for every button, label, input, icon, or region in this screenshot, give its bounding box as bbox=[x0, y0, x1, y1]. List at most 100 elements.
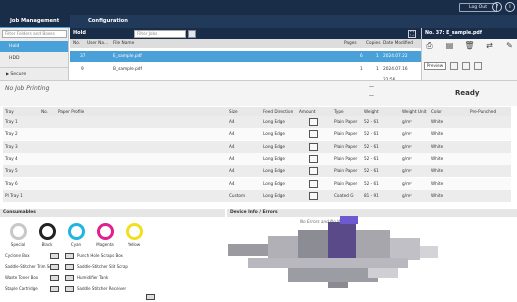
job-no: 9 bbox=[81, 67, 84, 72]
device-image-segment bbox=[288, 268, 378, 282]
hold-icon[interactable]: ▤ bbox=[444, 41, 455, 51]
col-unit[interactable]: Weight Unit bbox=[402, 107, 426, 116]
col-feed[interactable]: Feed Direction bbox=[263, 107, 293, 116]
tray-row[interactable]: Tray 2 A4 Long Edge Plain Paper 52 - 61 g/m² W… bbox=[3, 128, 511, 141]
tray-feed: Long Edge bbox=[263, 192, 286, 198]
device-state: Ready bbox=[455, 89, 480, 97]
tray-size: A4 bbox=[229, 143, 235, 149]
tab-job-management[interactable]: Job Management bbox=[0, 15, 70, 28]
folder-item-hold[interactable]: Hold bbox=[0, 41, 68, 52]
folder-item-hdd[interactable]: HDD bbox=[0, 53, 68, 64]
job-pages: 6 bbox=[360, 54, 363, 59]
tray-feed: Long Edge bbox=[263, 143, 286, 149]
tray-color: White bbox=[431, 119, 444, 124]
status-area: No Job Printing — — Ready bbox=[0, 80, 517, 106]
folder-panel: Filter Folders and Boxes Hold HDD ▶ Secu… bbox=[0, 28, 69, 80]
col-profile[interactable]: Paper Profile bbox=[58, 107, 84, 116]
col-no[interactable]: No. bbox=[73, 39, 80, 48]
device-image-segment bbox=[420, 246, 438, 258]
tray-row[interactable]: Tray 6 A4 Long Edge Plain Paper 52 - 61 g/m² W… bbox=[3, 177, 511, 190]
consumable-icon bbox=[65, 285, 74, 292]
print-icon[interactable]: ⎙ bbox=[424, 41, 435, 51]
paper-level-icon bbox=[309, 154, 318, 163]
tray-type: Plain Paper bbox=[334, 131, 358, 137]
tray-size: Custom bbox=[229, 192, 246, 198]
tray-type: Plain Paper bbox=[334, 180, 358, 186]
edit-icon[interactable]: ✎ bbox=[504, 41, 515, 51]
tray-row[interactable]: Tray 4 A4 Long Edge Plain Paper 52 - 61 g/m² W… bbox=[3, 152, 511, 165]
consumable-item: Humidifier Tank bbox=[77, 275, 109, 280]
tray-tray: Tray 2 bbox=[5, 131, 18, 137]
toner-yellow-icon bbox=[126, 223, 143, 240]
col-file[interactable]: File Name bbox=[113, 39, 134, 48]
consumable-icon bbox=[50, 285, 59, 292]
jobs-filter-input[interactable]: Filter Jobs bbox=[134, 30, 186, 38]
device-image-segment bbox=[328, 222, 356, 262]
tray-row[interactable]: Tray 5 A4 Long Edge Plain Paper 52 - 61 g/m² W… bbox=[3, 165, 511, 178]
tray-size: A4 bbox=[229, 180, 235, 186]
tray-row[interactable]: Tray 1 A4 Long Edge Plain Paper 52 - 61 g/m² W… bbox=[3, 116, 511, 128]
col-type[interactable]: Type bbox=[334, 107, 344, 116]
col-color[interactable]: Color bbox=[431, 107, 442, 116]
device-image-segment bbox=[368, 268, 398, 278]
device-image-segment bbox=[356, 230, 390, 260]
device-image-segment bbox=[268, 236, 298, 258]
col-user[interactable]: User Na... bbox=[87, 39, 108, 48]
job-row[interactable]: 37 E_sample.pdf 6 1 2024.07.22 19:12 bbox=[70, 51, 421, 70]
device-image-segment bbox=[298, 230, 328, 260]
job-copies: 1 bbox=[376, 67, 379, 72]
toner-cyan-icon bbox=[68, 223, 85, 240]
consumable-icon bbox=[65, 252, 74, 259]
jobs-column-header: No. User Na... File Name Pages Copies Da… bbox=[70, 39, 421, 48]
toner-label: Yellow bbox=[127, 242, 141, 247]
tray-tray: Tray 1 bbox=[5, 119, 18, 124]
consumable-icon bbox=[50, 263, 59, 270]
consumables-title: Consumables bbox=[0, 209, 225, 217]
col-amount[interactable]: Amount bbox=[299, 107, 315, 116]
consumable-icon bbox=[65, 274, 74, 281]
tray-tray: Tray 5 bbox=[5, 168, 18, 174]
folder-item-secure[interactable]: ▶ Secure bbox=[0, 67, 68, 78]
folder-search-input[interactable]: Filter Folders and Boxes bbox=[2, 30, 67, 38]
col-weight[interactable]: Weight bbox=[364, 107, 379, 116]
tray-weight: 52 - 61 bbox=[364, 168, 379, 174]
tray-row[interactable]: PI Tray 1 Custom Long Edge Coated G 81 - 91 g… bbox=[3, 189, 511, 202]
col-tray[interactable]: Tray bbox=[5, 107, 14, 116]
tab-configuration[interactable]: Configuration bbox=[78, 15, 138, 28]
expand-icon[interactable]: ⛶ bbox=[408, 30, 416, 38]
delete-icon[interactable]: 🗑 bbox=[464, 41, 475, 51]
filter-options-icon[interactable] bbox=[188, 30, 196, 38]
toner-label: Magenta bbox=[96, 242, 114, 247]
col-pages[interactable]: Pages bbox=[344, 39, 357, 48]
col-date[interactable]: Date Modified bbox=[383, 39, 413, 48]
job-row[interactable]: 9 B_sample.pdf 1 1 2024.07.16 22:56 bbox=[70, 64, 421, 83]
tray-weight: 81 - 91 bbox=[364, 192, 379, 198]
col-tray-no[interactable]: No. bbox=[41, 107, 48, 116]
tray-color: White bbox=[431, 143, 444, 149]
page-icon[interactable] bbox=[450, 62, 458, 70]
col-copies[interactable]: Copies bbox=[366, 39, 380, 48]
tray-type: Plain Paper bbox=[334, 119, 358, 124]
paper-level-icon bbox=[309, 118, 318, 126]
info-icon[interactable]: i bbox=[505, 2, 515, 12]
tray-color: White bbox=[431, 168, 444, 174]
tray-header: Tray No. Paper Profile Size Feed Directi… bbox=[3, 107, 511, 116]
copy-icon[interactable] bbox=[462, 62, 470, 70]
device-image-segment bbox=[340, 216, 358, 224]
consumable-item: Waste Toner Box bbox=[5, 275, 39, 280]
settings-icon[interactable] bbox=[474, 62, 482, 70]
move-icon[interactable]: ⇄ bbox=[484, 41, 495, 51]
col-prepunched[interactable]: Pre-Punched bbox=[470, 107, 496, 116]
tray-size: A4 bbox=[229, 155, 235, 161]
tray-weight: 52 - 61 bbox=[364, 180, 379, 186]
help-icon[interactable]: ? bbox=[492, 2, 502, 12]
paper-level-icon bbox=[309, 142, 318, 151]
paper-level-icon bbox=[309, 191, 318, 200]
col-size[interactable]: Size bbox=[229, 107, 238, 116]
tray-row[interactable]: Tray 3 A4 Long Edge Plain Paper 52 - 61 g/m² W… bbox=[3, 140, 511, 153]
consumable-item: Saddle-Stitcher Slit Scrap bbox=[77, 264, 128, 269]
tray-size: A4 bbox=[229, 119, 235, 124]
printing-status: No Job Printing bbox=[5, 85, 50, 92]
preview-button[interactable]: Preview bbox=[424, 62, 446, 70]
tray-feed: Long Edge bbox=[263, 180, 286, 186]
